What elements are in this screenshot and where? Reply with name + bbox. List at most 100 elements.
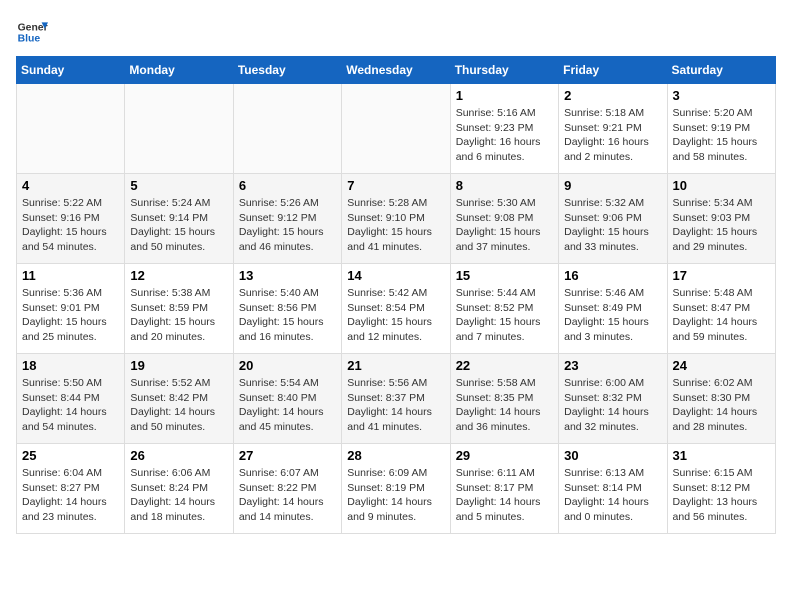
calendar-cell: 1 Sunrise: 5:16 AM Sunset: 9:23 PM Daylig… xyxy=(450,84,558,174)
calendar-cell: 10 Sunrise: 5:34 AM Sunset: 9:03 PM Dayli… xyxy=(667,174,775,264)
day-number: 22 xyxy=(456,358,553,373)
calendar-cell: 30 Sunrise: 6:13 AM Sunset: 8:14 PM Dayli… xyxy=(559,444,667,534)
header-row: Sunday Monday Tuesday Wednesday Thursday… xyxy=(17,57,776,84)
day-number: 19 xyxy=(130,358,227,373)
day-number: 27 xyxy=(239,448,336,463)
calendar-cell: 21 Sunrise: 5:56 AM Sunset: 8:37 PM Dayli… xyxy=(342,354,450,444)
day-content: Sunrise: 5:48 AM Sunset: 8:47 PM Dayligh… xyxy=(673,286,770,345)
calendar-cell: 18 Sunrise: 5:50 AM Sunset: 8:44 PM Dayli… xyxy=(17,354,125,444)
calendar-table: Sunday Monday Tuesday Wednesday Thursday… xyxy=(16,56,776,534)
day-content: Sunrise: 6:11 AM Sunset: 8:17 PM Dayligh… xyxy=(456,466,553,525)
day-content: Sunrise: 6:07 AM Sunset: 8:22 PM Dayligh… xyxy=(239,466,336,525)
day-content: Sunrise: 5:34 AM Sunset: 9:03 PM Dayligh… xyxy=(673,196,770,255)
calendar-cell: 24Sunrise: 6:02 AM Sunset: 8:30 PM Dayli… xyxy=(667,354,775,444)
calendar-cell: 4 Sunrise: 5:22 AM Sunset: 9:16 PM Daylig… xyxy=(17,174,125,264)
day-number: 10 xyxy=(673,178,770,193)
day-number: 8 xyxy=(456,178,553,193)
calendar-cell xyxy=(125,84,233,174)
day-number: 1 xyxy=(456,88,553,103)
day-number: 30 xyxy=(564,448,661,463)
calendar-week-3: 11Sunrise: 5:36 AM Sunset: 9:01 PM Dayli… xyxy=(17,264,776,354)
day-content: Sunrise: 5:38 AM Sunset: 8:59 PM Dayligh… xyxy=(130,286,227,345)
day-number: 18 xyxy=(22,358,119,373)
day-number: 9 xyxy=(564,178,661,193)
day-number: 31 xyxy=(673,448,770,463)
day-content: Sunrise: 5:52 AM Sunset: 8:42 PM Dayligh… xyxy=(130,376,227,435)
col-monday: Monday xyxy=(125,57,233,84)
calendar-week-5: 25 Sunrise: 6:04 AM Sunset: 8:27 PM Dayli… xyxy=(17,444,776,534)
day-number: 20 xyxy=(239,358,336,373)
day-content: Sunrise: 5:40 AM Sunset: 8:56 PM Dayligh… xyxy=(239,286,336,345)
day-content: Sunrise: 6:13 AM Sunset: 8:14 PM Dayligh… xyxy=(564,466,661,525)
calendar-cell: 2Sunrise: 5:18 AM Sunset: 9:21 PM Daylig… xyxy=(559,84,667,174)
day-content: Sunrise: 5:58 AM Sunset: 8:35 PM Dayligh… xyxy=(456,376,553,435)
col-thursday: Thursday xyxy=(450,57,558,84)
day-content: Sunrise: 5:22 AM Sunset: 9:16 PM Dayligh… xyxy=(22,196,119,255)
day-number: 23 xyxy=(564,358,661,373)
day-content: Sunrise: 5:44 AM Sunset: 8:52 PM Dayligh… xyxy=(456,286,553,345)
calendar-cell: 14Sunrise: 5:42 AM Sunset: 8:54 PM Dayli… xyxy=(342,264,450,354)
day-number: 25 xyxy=(22,448,119,463)
day-number: 11 xyxy=(22,268,119,283)
calendar-week-1: 1 Sunrise: 5:16 AM Sunset: 9:23 PM Daylig… xyxy=(17,84,776,174)
calendar-cell: 20 Sunrise: 5:54 AM Sunset: 8:40 PM Dayli… xyxy=(233,354,341,444)
calendar-body: 1 Sunrise: 5:16 AM Sunset: 9:23 PM Daylig… xyxy=(17,84,776,534)
calendar-cell: 22 Sunrise: 5:58 AM Sunset: 8:35 PM Dayli… xyxy=(450,354,558,444)
day-number: 4 xyxy=(22,178,119,193)
day-content: Sunrise: 5:32 AM Sunset: 9:06 PM Dayligh… xyxy=(564,196,661,255)
calendar-cell: 29Sunrise: 6:11 AM Sunset: 8:17 PM Dayli… xyxy=(450,444,558,534)
calendar-cell: 8 Sunrise: 5:30 AM Sunset: 9:08 PM Daylig… xyxy=(450,174,558,264)
calendar-cell xyxy=(17,84,125,174)
calendar-cell: 23 Sunrise: 6:00 AM Sunset: 8:32 PM Dayli… xyxy=(559,354,667,444)
calendar-cell: 19 Sunrise: 5:52 AM Sunset: 8:42 PM Dayli… xyxy=(125,354,233,444)
calendar-header: Sunday Monday Tuesday Wednesday Thursday… xyxy=(17,57,776,84)
day-content: Sunrise: 6:15 AM Sunset: 8:12 PM Dayligh… xyxy=(673,466,770,525)
svg-text:Blue: Blue xyxy=(18,34,41,45)
day-content: Sunrise: 5:46 AM Sunset: 8:49 PM Dayligh… xyxy=(564,286,661,345)
calendar-cell: 27 Sunrise: 6:07 AM Sunset: 8:22 PM Dayli… xyxy=(233,444,341,534)
day-content: Sunrise: 5:56 AM Sunset: 8:37 PM Dayligh… xyxy=(347,376,444,435)
calendar-cell: 31 Sunrise: 6:15 AM Sunset: 8:12 PM Dayli… xyxy=(667,444,775,534)
day-number: 7 xyxy=(347,178,444,193)
calendar-cell: 13 Sunrise: 5:40 AM Sunset: 8:56 PM Dayli… xyxy=(233,264,341,354)
calendar-week-2: 4 Sunrise: 5:22 AM Sunset: 9:16 PM Daylig… xyxy=(17,174,776,264)
col-tuesday: Tuesday xyxy=(233,57,341,84)
calendar-week-4: 18 Sunrise: 5:50 AM Sunset: 8:44 PM Dayli… xyxy=(17,354,776,444)
day-number: 13 xyxy=(239,268,336,283)
day-number: 21 xyxy=(347,358,444,373)
day-content: Sunrise: 6:09 AM Sunset: 8:19 PM Dayligh… xyxy=(347,466,444,525)
day-content: Sunrise: 5:30 AM Sunset: 9:08 PM Dayligh… xyxy=(456,196,553,255)
day-number: 3 xyxy=(673,88,770,103)
day-number: 14 xyxy=(347,268,444,283)
day-number: 17 xyxy=(673,268,770,283)
day-content: Sunrise: 6:02 AM Sunset: 8:30 PM Dayligh… xyxy=(673,376,770,435)
calendar-cell: 25 Sunrise: 6:04 AM Sunset: 8:27 PM Dayli… xyxy=(17,444,125,534)
calendar-cell: 11Sunrise: 5:36 AM Sunset: 9:01 PM Dayli… xyxy=(17,264,125,354)
day-number: 5 xyxy=(130,178,227,193)
day-content: Sunrise: 5:28 AM Sunset: 9:10 PM Dayligh… xyxy=(347,196,444,255)
day-content: Sunrise: 5:18 AM Sunset: 9:21 PM Dayligh… xyxy=(564,106,661,165)
calendar-cell: 17 Sunrise: 5:48 AM Sunset: 8:47 PM Dayli… xyxy=(667,264,775,354)
day-number: 28 xyxy=(347,448,444,463)
day-number: 26 xyxy=(130,448,227,463)
day-number: 15 xyxy=(456,268,553,283)
day-number: 16 xyxy=(564,268,661,283)
calendar-cell: 3 Sunrise: 5:20 AM Sunset: 9:19 PM Daylig… xyxy=(667,84,775,174)
day-number: 6 xyxy=(239,178,336,193)
day-content: Sunrise: 6:06 AM Sunset: 8:24 PM Dayligh… xyxy=(130,466,227,525)
day-content: Sunrise: 5:50 AM Sunset: 8:44 PM Dayligh… xyxy=(22,376,119,435)
day-content: Sunrise: 5:20 AM Sunset: 9:19 PM Dayligh… xyxy=(673,106,770,165)
col-saturday: Saturday xyxy=(667,57,775,84)
calendar-cell: 9 Sunrise: 5:32 AM Sunset: 9:06 PM Daylig… xyxy=(559,174,667,264)
calendar-cell: 16 Sunrise: 5:46 AM Sunset: 8:49 PM Dayli… xyxy=(559,264,667,354)
day-content: Sunrise: 6:00 AM Sunset: 8:32 PM Dayligh… xyxy=(564,376,661,435)
col-friday: Friday xyxy=(559,57,667,84)
calendar-cell xyxy=(233,84,341,174)
calendar-cell: 6Sunrise: 5:26 AM Sunset: 9:12 PM Daylig… xyxy=(233,174,341,264)
day-content: Sunrise: 6:04 AM Sunset: 8:27 PM Dayligh… xyxy=(22,466,119,525)
day-content: Sunrise: 5:54 AM Sunset: 8:40 PM Dayligh… xyxy=(239,376,336,435)
calendar-cell: 5Sunrise: 5:24 AM Sunset: 9:14 PM Daylig… xyxy=(125,174,233,264)
calendar-cell: 12Sunrise: 5:38 AM Sunset: 8:59 PM Dayli… xyxy=(125,264,233,354)
logo: General Blue xyxy=(16,16,48,48)
day-content: Sunrise: 5:16 AM Sunset: 9:23 PM Dayligh… xyxy=(456,106,553,165)
